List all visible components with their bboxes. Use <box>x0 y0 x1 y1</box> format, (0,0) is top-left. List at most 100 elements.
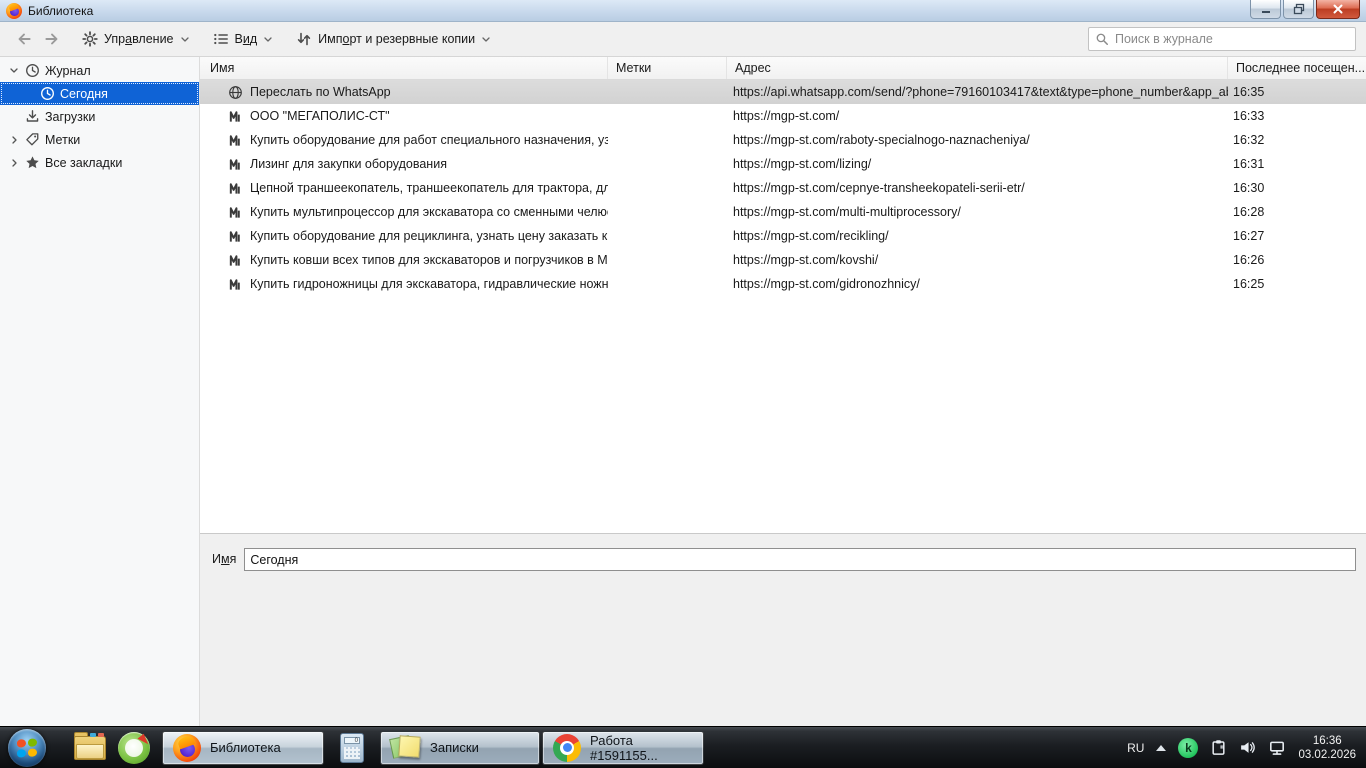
taskbar-chrome-button[interactable]: Работа #1591155... <box>542 730 704 765</box>
sidebar-item-tags[interactable]: Метки <box>0 128 199 151</box>
row-title: Лизинг для закупки оборудования <box>250 157 447 171</box>
taskbar-explorer-button[interactable] <box>68 730 112 766</box>
restore-button[interactable] <box>1283 0 1314 19</box>
chevron-down-icon[interactable] <box>8 68 20 73</box>
row-title: Купить оборудование для работ специально… <box>250 133 608 147</box>
row-time: 16:30 <box>1233 181 1265 195</box>
window-controls <box>1250 0 1360 19</box>
windows-logo-icon <box>17 737 37 758</box>
show-hidden-icons-button[interactable] <box>1156 744 1167 751</box>
row-url: https://mgp-st.com/multi-multiprocessory… <box>733 205 961 219</box>
column-header-address[interactable]: Адрес <box>727 57 1228 79</box>
sidebar-item-downloads[interactable]: Загрузки <box>0 105 199 128</box>
taskbar-green-browser-button[interactable] <box>112 730 156 766</box>
chevron-right-icon[interactable] <box>8 136 20 144</box>
row-time: 16:35 <box>1233 85 1265 99</box>
manage-menu-button[interactable]: Управление <box>74 27 197 51</box>
sidebar-item-label: Загрузки <box>45 109 96 124</box>
history-search-box[interactable] <box>1088 27 1356 51</box>
sidebar-item-history[interactable]: Журнал <box>0 59 199 82</box>
taskbar-button-label: Записки <box>430 740 479 755</box>
table-row[interactable]: Купить оборудование для работ специально… <box>200 128 1366 152</box>
item-details-panel: Имя <box>200 533 1366 726</box>
table-row[interactable]: ООО "МЕГАПОЛИС-СТ" https://mgp-st.com/ 1… <box>200 104 1366 128</box>
language-indicator[interactable]: RU <box>1127 741 1144 755</box>
close-button[interactable] <box>1316 0 1360 19</box>
tag-icon <box>25 132 40 147</box>
table-row[interactable]: Лизинг для закупки оборудования https://… <box>200 152 1366 176</box>
clock-time: 16:36 <box>1312 734 1342 747</box>
table-row[interactable]: Купить оборудование для рециклинга, узна… <box>200 224 1366 248</box>
column-header-name[interactable]: Имя <box>200 57 608 79</box>
sticky-notes-icon <box>389 734 421 761</box>
network-icon[interactable] <box>1268 739 1286 757</box>
table-row[interactable]: Цепной траншеекопатель, траншеекопатель … <box>200 176 1366 200</box>
taskbar-firefox-button[interactable]: Библиотека <box>162 730 324 765</box>
import-backup-menu-button[interactable]: Импорт и резервные копии <box>288 27 498 51</box>
sidebar-item-label: Сегодня <box>60 86 108 101</box>
row-time: 16:25 <box>1233 277 1265 291</box>
library-sidebar: Журнал Сегодня Загрузки Метки Все заклад… <box>0 57 200 726</box>
row-title: Купить мультипроцессор для экскаватора с… <box>250 205 608 219</box>
titlebar[interactable]: Библиотека <box>0 0 1366 22</box>
taskbar-sticky-notes-button[interactable]: Записки <box>380 730 540 765</box>
kaspersky-icon[interactable]: k <box>1178 737 1199 758</box>
column-header-last-visited[interactable]: Последнее посещен... <box>1228 57 1366 79</box>
name-field-label: Имя <box>212 552 237 566</box>
forward-button[interactable] <box>38 26 66 52</box>
import-export-arrows-icon <box>296 31 312 47</box>
row-url: https://mgp-st.com/ <box>733 109 840 123</box>
taskbar-clock[interactable]: 16:36 03.02.2026 <box>1298 734 1356 762</box>
row-time: 16:31 <box>1233 157 1265 171</box>
library-window: Библиотека Управление Вид Импорт и резер… <box>0 0 1366 726</box>
desktop: Библиотека Управление Вид Импорт и резер… <box>0 0 1366 768</box>
site-favicon <box>228 157 243 172</box>
clock-icon <box>25 63 40 78</box>
row-url: https://api.whatsapp.com/send/?phone=791… <box>733 85 1228 99</box>
sidebar-item-today[interactable]: Сегодня <box>0 82 199 105</box>
view-menu-button[interactable]: Вид <box>205 27 281 51</box>
sidebar-item-all-bookmarks[interactable]: Все закладки <box>0 151 199 174</box>
row-title: Купить ковши всех типов для экскаваторов… <box>250 253 608 267</box>
column-header-tags[interactable]: Метки <box>608 57 727 79</box>
taskbar-button-label: Библиотека <box>210 740 281 755</box>
row-url: https://mgp-st.com/gidronozhnicy/ <box>733 277 920 291</box>
site-favicon <box>228 205 243 220</box>
manage-menu-label: Управление <box>104 32 174 46</box>
download-icon <box>25 109 40 124</box>
window-title: Библиотека <box>28 3 94 18</box>
calculator-icon: 0 <box>340 732 364 763</box>
row-url: https://mgp-st.com/recikling/ <box>733 229 889 243</box>
history-rows: Переслать по WhatsApp https://api.whatsa… <box>200 80 1366 533</box>
table-row[interactable]: Купить мультипроцессор для экскаватора с… <box>200 200 1366 224</box>
table-row[interactable]: Купить гидроножницы для экскаватора, гид… <box>200 272 1366 296</box>
taskbar-button-label: Работа #1591155... <box>590 732 658 763</box>
chevron-down-icon <box>482 37 490 42</box>
row-title: Переслать по WhatsApp <box>250 85 391 99</box>
row-url: https://mgp-st.com/cepnye-transheekopate… <box>733 181 1025 195</box>
star-icon <box>25 155 40 170</box>
name-field-input[interactable] <box>244 548 1356 571</box>
chevron-right-icon[interactable] <box>8 159 20 167</box>
taskbar-calculator-button[interactable]: 0 <box>330 730 374 766</box>
table-row[interactable]: Переслать по WhatsApp https://api.whatsa… <box>200 80 1366 104</box>
clipboard-icon[interactable] <box>1210 739 1227 756</box>
list-view-icon <box>213 31 229 47</box>
table-row[interactable]: Купить ковши всех типов для экскаваторов… <box>200 248 1366 272</box>
view-menu-label: Вид <box>234 32 258 46</box>
firefox-icon <box>173 733 201 762</box>
row-title: ООО "МЕГАПОЛИС-СТ" <box>250 109 390 123</box>
site-favicon <box>228 277 243 292</box>
sidebar-item-label: Все закладки <box>45 155 123 170</box>
search-input[interactable] <box>1115 32 1349 46</box>
table-header: Имя Метки Адрес Последнее посещен... <box>200 57 1366 80</box>
site-favicon <box>228 229 243 244</box>
row-title: Купить гидроножницы для экскаватора, гид… <box>250 277 608 291</box>
minimize-button[interactable] <box>1250 0 1281 19</box>
start-button[interactable] <box>8 728 46 767</box>
site-favicon <box>228 109 243 124</box>
firefox-icon <box>6 2 22 19</box>
back-button[interactable] <box>10 26 38 52</box>
green-browser-icon <box>118 731 151 764</box>
volume-icon[interactable] <box>1239 739 1256 756</box>
